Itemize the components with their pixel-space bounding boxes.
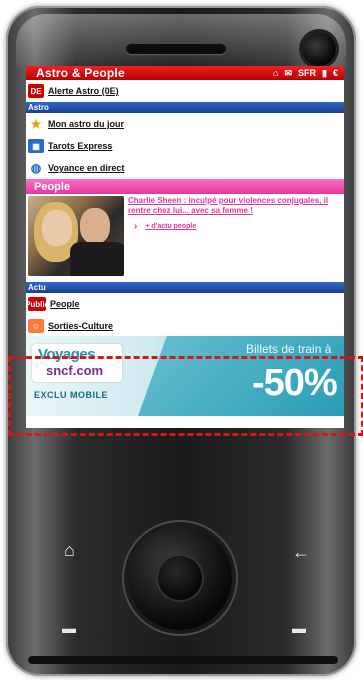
- people-photo[interactable]: [28, 196, 124, 276]
- alerte-astro-label: Alerte Astro (0E): [48, 86, 119, 96]
- stars-icon: ★: [30, 117, 42, 131]
- ad-logo: Voyages sncf.com: [32, 344, 122, 382]
- photo-shape: [70, 242, 124, 276]
- more-people-link[interactable]: + d'actu people: [145, 222, 196, 232]
- ad-logo-top: Voyages: [38, 346, 96, 363]
- alerte-astro-link[interactable]: DE Alerte Astro (0E): [26, 80, 344, 102]
- people-more-row: › + d'actu people: [128, 222, 342, 232]
- section-actu: Actu: [26, 282, 344, 293]
- back-button-icon[interactable]: ←: [292, 542, 310, 563]
- masks-icon: ☺: [28, 319, 44, 333]
- crystal-ball-icon: ◍: [30, 161, 42, 175]
- people-article: Charlie Sheen : inculpé pour violences c…: [26, 194, 344, 278]
- actu-item-label: Sorties-Culture: [48, 321, 114, 331]
- home-button-icon[interactable]: ⌂: [64, 540, 75, 561]
- navigation-dpad[interactable]: [128, 526, 232, 630]
- ad-headline: Billets de train à: [246, 342, 332, 356]
- front-camera: [302, 32, 336, 66]
- signal-icon: ▮: [322, 67, 327, 78]
- photo-shape: [42, 210, 72, 246]
- bottom-edge: [28, 656, 338, 664]
- cards-icon: ▦: [28, 139, 44, 153]
- call-button-icon[interactable]: ▬: [62, 620, 76, 636]
- status-bar: ⌂ ✉ SFR ▮ €: [273, 68, 344, 79]
- euro-icon: €: [332, 68, 338, 78]
- alerte-badge-icon: DE: [28, 84, 44, 98]
- ad-exclu-label: EXCLU MOBILE: [34, 390, 109, 400]
- chevron-right-icon: ›: [134, 221, 138, 232]
- actu-item-label: People: [50, 299, 80, 309]
- people-headline-link[interactable]: Charlie Sheen : inculpé pour violences c…: [128, 196, 342, 216]
- home-status-icon: ⌂: [273, 68, 279, 78]
- astro-item-label: Voyance en direct: [48, 163, 125, 173]
- ad-discount: -50%: [252, 362, 338, 404]
- actu-item-people[interactable]: Public People: [26, 293, 344, 315]
- astro-item-mon-astro[interactable]: ★ Mon astro du jour: [26, 113, 344, 135]
- actu-item-sorties[interactable]: ☺ Sorties-Culture: [26, 315, 344, 337]
- section-astro: Astro: [26, 102, 344, 113]
- ad-logo-bottom: sncf.com: [46, 363, 104, 378]
- app-title: Astro & People: [36, 66, 125, 80]
- end-call-button-icon[interactable]: ▬: [292, 620, 306, 636]
- photo-shape: [80, 208, 110, 244]
- earpiece-speaker: [126, 44, 226, 54]
- phone-screen: Astro & People ⌂ ✉ SFR ▮ € DE Alerte Ast…: [26, 66, 344, 428]
- astro-item-tarots[interactable]: ▦ Tarots Express: [26, 135, 344, 157]
- astro-item-voyance[interactable]: ◍ Voyance en direct: [26, 157, 344, 179]
- mail-status-icon: ✉: [284, 67, 293, 78]
- public-badge-icon: Public: [26, 297, 49, 311]
- ad-banner[interactable]: Voyages sncf.com EXCLU MOBILE Billets de…: [26, 336, 344, 416]
- dpad-center-button[interactable]: [158, 556, 202, 600]
- people-text: Charlie Sheen : inculpé pour violences c…: [124, 196, 342, 278]
- phone-controls: ⌂ ← ▬ ▬: [6, 438, 356, 668]
- section-people: People: [26, 179, 344, 194]
- network-label: SFR: [298, 68, 317, 78]
- astro-item-label: Tarots Express: [48, 141, 113, 151]
- app-header: Astro & People ⌂ ✉ SFR ▮ €: [26, 66, 344, 80]
- astro-item-label: Mon astro du jour: [48, 119, 124, 129]
